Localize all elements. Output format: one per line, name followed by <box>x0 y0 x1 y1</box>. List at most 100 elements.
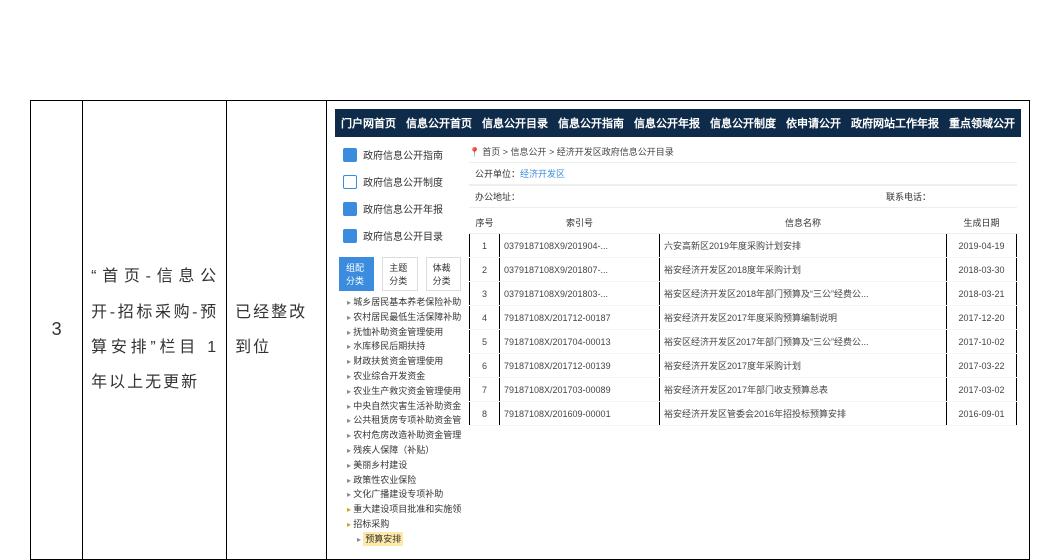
cell-date: 2017-10-02 <box>947 330 1017 354</box>
cell-index: 79187108X/201609-00001 <box>499 402 659 426</box>
phone-label: 联系电话： <box>886 190 931 203</box>
cell-index: 79187108X/201712-00187 <box>499 306 659 330</box>
report-table: 3 “首页-信息公开-招标采购-预算安排”栏目 1年以上无更新 已经整改到位 门… <box>30 100 1030 560</box>
cell-date: 2018-03-21 <box>947 282 1017 306</box>
cell-name: 裕安经济开发区2017度年采购计划 <box>659 354 946 378</box>
cell-name: 六安高新区2019年度采购计划安排 <box>659 234 946 258</box>
cell-name: 裕安经济开发区管委会2016年招投标预算安排 <box>659 402 946 426</box>
tree-node[interactable]: 农村危房改造补助资金管理使用 <box>339 428 461 443</box>
cell-date: 2017-12-20 <box>947 306 1017 330</box>
issue-description: “首页-信息公开-招标采购-预算安排”栏目 1年以上无更新 <box>83 101 227 560</box>
sidebar-guide[interactable]: 政府信息公开指南 <box>339 141 461 168</box>
th-index: 索引号 <box>499 212 659 234</box>
tab-group[interactable]: 组配分类 <box>339 257 374 291</box>
data-table: 序号 索引号 信息名称 生成日期 10379187108X9/201904-..… <box>469 212 1017 426</box>
tree-node[interactable]: 残疾人保障（补贴） <box>339 443 461 458</box>
table-row[interactable]: 479187108X/201712-00187裕安经济开发区2017年度采购预算… <box>469 306 1016 330</box>
cell-index: 79187108X/201703-00089 <box>499 378 659 402</box>
table-row[interactable]: 20379187108X9/201807-...裕安经济开发区2018度年采购计… <box>469 258 1016 282</box>
nav-item[interactable]: 重点领域公开 <box>947 115 1017 131</box>
th-name: 信息名称 <box>659 212 946 234</box>
main-panel: 📍首页 > 信息公开 > 经济开发区政府信息公开目录 公开单位：经济开发区 办公… <box>465 137 1021 551</box>
cell-index: 0379187108X9/201904-... <box>499 234 659 258</box>
category-tabs: 组配分类 主题分类 体裁分类 <box>339 257 461 291</box>
tree-node[interactable]: 水库移民后期扶持 <box>339 339 461 354</box>
table-row[interactable]: 30379187108X9/201803-...裕安区经济开发区2018年部门预… <box>469 282 1016 306</box>
sidebar-label: 政府信息公开制度 <box>363 174 443 189</box>
tree-node-bidding[interactable]: 招标采购 <box>339 517 461 532</box>
sidebar-catalog[interactable]: 政府信息公开目录 <box>339 222 461 249</box>
embedded-screenshot: 门户网首页 信息公开首页 信息公开目录 信息公开指南 信息公开年报 信息公开制度… <box>335 109 1021 551</box>
cell-name: 裕安经济开发区2017年部门收支预算总表 <box>659 378 946 402</box>
nav-item[interactable]: 门户网首页 <box>339 115 398 131</box>
table-row[interactable]: 879187108X/201609-00001裕安经济开发区管委会2016年招投… <box>469 402 1016 426</box>
tree-node[interactable]: 财政扶贫资金管理使用 <box>339 354 461 369</box>
cell-name: 裕安经济开发区2017年度采购预算编制说明 <box>659 306 946 330</box>
tree-node[interactable]: 农业综合开发资金 <box>339 369 461 384</box>
sidebar-label: 政府信息公开指南 <box>363 147 443 162</box>
table-row[interactable]: 779187108X/201703-00089裕安经济开发区2017年部门收支预… <box>469 378 1016 402</box>
contact-info: 办公地址： 联系电话： <box>469 185 1017 208</box>
table-row[interactable]: 679187108X/201712-00139裕安经济开发区2017度年采购计划… <box>469 354 1016 378</box>
tree-node[interactable]: 抚恤补助资金管理使用 <box>339 325 461 340</box>
tab-theme[interactable]: 主题分类 <box>382 257 417 291</box>
th-date: 生成日期 <box>947 212 1017 234</box>
tree-node[interactable]: 城乡居民基本养老保险补助资金 <box>339 295 461 310</box>
pin-icon: 📍 <box>469 147 480 157</box>
address-label: 办公地址： <box>475 190 520 203</box>
report-row: 3 “首页-信息公开-招标采购-预算安排”栏目 1年以上无更新 已经整改到位 门… <box>31 101 1030 560</box>
nav-item[interactable]: 信息公开制度 <box>708 115 778 131</box>
cell-seq: 2 <box>469 258 499 282</box>
nav-item[interactable]: 信息公开目录 <box>480 115 550 131</box>
tree-node[interactable]: 中央自然灾害生活补助资金管理使 <box>339 399 461 414</box>
list-icon <box>343 229 357 243</box>
sidebar: 政府信息公开指南 政府信息公开制度 政府信息公开年报 政府信息公开目录 组配分类… <box>335 137 465 551</box>
cell-name: 裕安区经济开发区2017年部门预算及“三公”经费公... <box>659 330 946 354</box>
table-row[interactable]: 579187108X/201704-00013裕安区经济开发区2017年部门预算… <box>469 330 1016 354</box>
breadcrumb-current: 经济开发区政府信息公开目录 <box>557 147 674 157</box>
nav-item[interactable]: 信息公开首页 <box>404 115 474 131</box>
breadcrumb: 📍首页 > 信息公开 > 经济开发区政府信息公开目录 <box>469 141 1017 162</box>
sidebar-system[interactable]: 政府信息公开制度 <box>339 168 461 195</box>
cell-index: 79187108X/201712-00139 <box>499 354 659 378</box>
unit-label: 公开单位： <box>475 169 520 179</box>
cell-seq: 8 <box>469 402 499 426</box>
cell-index: 79187108X/201704-00013 <box>499 330 659 354</box>
row-number: 3 <box>31 101 83 560</box>
tab-form[interactable]: 体裁分类 <box>426 257 461 291</box>
flag-icon <box>343 148 357 162</box>
briefcase-icon <box>343 175 357 189</box>
cell-date: 2019-04-19 <box>947 234 1017 258</box>
breadcrumb-prefix: 首页 > 信息公开 > <box>482 147 557 157</box>
status-text: 已经整改到位 <box>227 101 327 560</box>
tree-node[interactable]: 政策性农业保险 <box>339 473 461 488</box>
tree-node[interactable]: 文化广播建设专项补助 <box>339 487 461 502</box>
cell-date: 2018-03-30 <box>947 258 1017 282</box>
sidebar-annual[interactable]: 政府信息公开年报 <box>339 195 461 222</box>
unit-info: 公开单位：经济开发区 <box>469 162 1017 185</box>
table-row[interactable]: 10379187108X9/201904-...六安高新区2019年度采购计划安… <box>469 234 1016 258</box>
cell-date: 2017-03-22 <box>947 354 1017 378</box>
cell-seq: 4 <box>469 306 499 330</box>
cell-seq: 1 <box>469 234 499 258</box>
unit-name[interactable]: 经济开发区 <box>520 169 565 179</box>
cell-date: 2017-03-02 <box>947 378 1017 402</box>
nav-item[interactable]: 信息公开指南 <box>556 115 626 131</box>
category-tree: 城乡居民基本养老保险补助资金 农村居民最低生活保障补助资金 抚恤补助资金管理使用… <box>339 295 461 547</box>
cell-date: 2016-09-01 <box>947 402 1017 426</box>
doc-icon <box>343 202 357 216</box>
nav-item[interactable]: 信息公开年报 <box>632 115 702 131</box>
tree-node[interactable]: 重大建设项目批准和实施领域 <box>339 502 461 517</box>
tree-node[interactable]: 农村居民最低生活保障补助资金 <box>339 310 461 325</box>
tree-node-selected[interactable]: 预算安排 <box>339 532 461 547</box>
tree-node[interactable]: 美丽乡村建设 <box>339 458 461 473</box>
cell-seq: 7 <box>469 378 499 402</box>
nav-item[interactable]: 依申请公开 <box>784 115 843 131</box>
tree-node[interactable]: 农业生产救灾资金管理使用 <box>339 384 461 399</box>
cell-name: 裕安经济开发区2018度年采购计划 <box>659 258 946 282</box>
tree-node[interactable]: 公共租赁房专项补助资金管理使用 <box>339 413 461 428</box>
cell-index: 0379187108X9/201807-... <box>499 258 659 282</box>
th-seq: 序号 <box>469 212 499 234</box>
top-nav: 门户网首页 信息公开首页 信息公开目录 信息公开指南 信息公开年报 信息公开制度… <box>335 109 1021 137</box>
nav-item[interactable]: 政府网站工作年报 <box>849 115 941 131</box>
